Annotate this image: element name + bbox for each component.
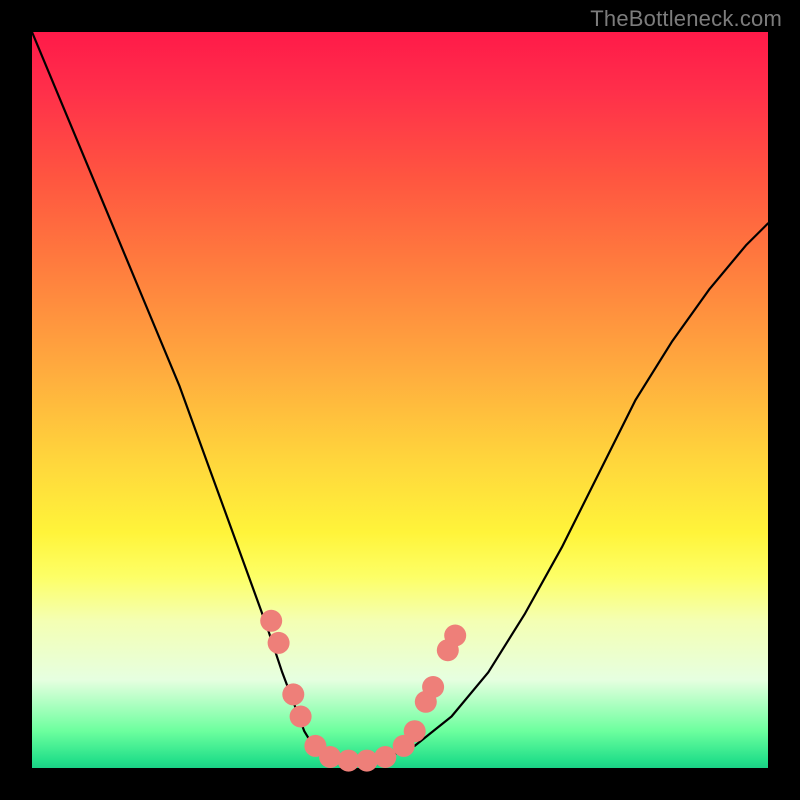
- chart-background: [32, 32, 768, 768]
- watermark-text: TheBottleneck.com: [590, 6, 782, 32]
